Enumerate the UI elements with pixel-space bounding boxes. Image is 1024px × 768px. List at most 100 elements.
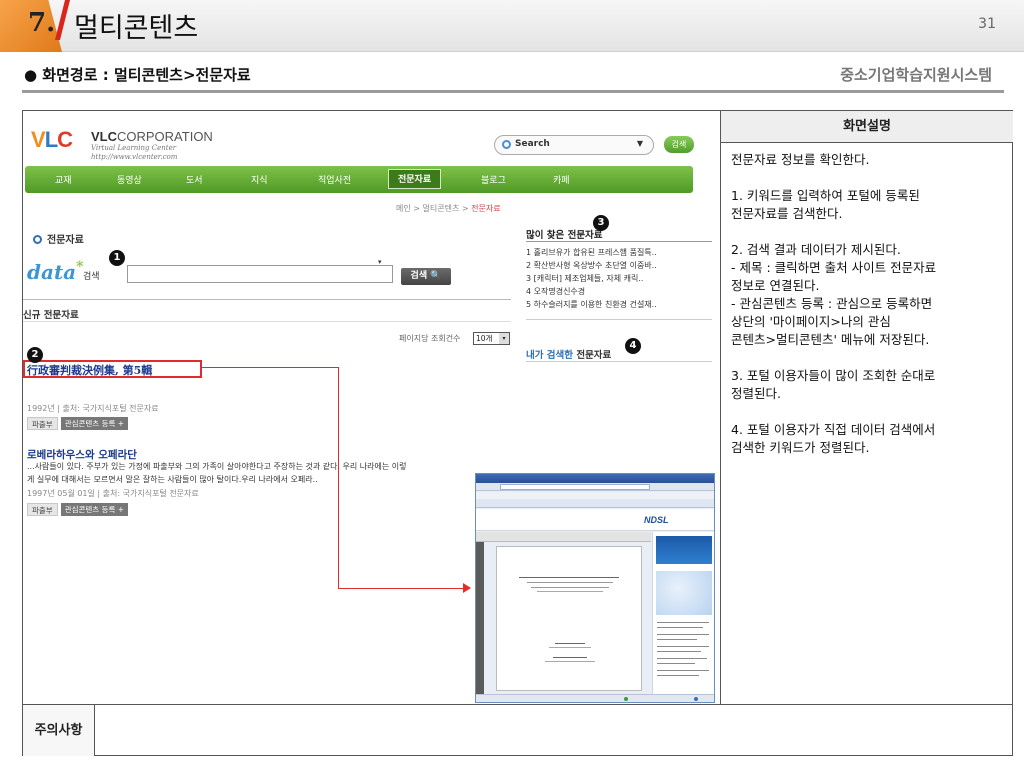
text-line [657,639,697,640]
popular-item[interactable]: 2 확산반사형 옥상방수 초단열 이중바.. [526,260,657,271]
description-paragraph: 2. 검색 결과 데이터가 제시된다. - 제목 : 클릭하면 출처 사이트 전… [731,242,937,347]
divider [23,704,1013,705]
text-line [545,661,595,662]
text-line [549,647,591,648]
slide-header: 7. 멀티콘텐츠 31 [0,0,1024,52]
add-interest-button[interactable]: 관심콘텐츠 등록 + [60,417,129,430]
data-search-button[interactable]: 검색 🔍 [401,268,451,285]
text-line [657,651,701,652]
search-icon [502,140,511,149]
browser-statusbar [476,694,714,702]
search-input[interactable]: Search ▼ [494,135,654,155]
nav-item-textbook[interactable]: 교재 [55,173,72,186]
divider [720,111,721,704]
result-tags: 파출부 관심콘텐츠 등록 + [27,417,129,436]
divider [22,90,1004,93]
result-title-link[interactable]: 로베라하우스와 오페라단 [27,447,137,462]
arrow-right-icon [463,583,471,593]
nav-item-blog[interactable]: 블로그 [481,173,506,186]
corporation-name: VLCCORPORATION [91,129,213,144]
ndsl-logo: NDSL [644,515,669,525]
section-title: 전문자료 [33,231,84,246]
nav-item-knowledge[interactable]: 지식 [251,173,268,186]
chevron-down-icon[interactable]: ▾ [378,258,382,266]
description-paragraph: 4. 포털 이용자가 직접 데이터 검색에서 검색한 키워드가 정렬된다. [731,422,936,455]
popular-item[interactable]: 5 하수슬러지를 이용한 친환경 건설재.. [526,299,657,310]
add-interest-button[interactable]: 관심콘텐츠 등록 + [60,503,129,516]
status-icon [624,697,628,701]
nav-item-job-dictionary[interactable]: 직업사전 [318,173,351,186]
callout-badge-3: 3 [593,215,609,231]
keyword-tag[interactable]: 파출부 [27,503,58,516]
browser-titlebar [476,474,714,483]
storyboard-frame: VLC VLCCORPORATION Virtual Learning Cent… [22,110,1013,756]
text-line [657,622,709,623]
divider [526,361,712,362]
connector-line [338,588,468,589]
main-nav: 교재 동영상 도서 지식 직업사전 전문자료 블로그 카페 [25,166,693,193]
browser-url-bar [500,484,650,490]
new-list-title: 신규 전문자료 [23,310,79,321]
text-line [657,670,709,671]
divider [526,319,712,320]
result-tags: 파출부 관심콘텐츠 등록 + [27,503,129,522]
ndsl-banner [656,571,712,615]
text-line [519,577,619,578]
nav-item-cafe[interactable]: 카페 [553,173,570,186]
system-name: 중소기업학습지원시스템 [840,66,992,84]
callout-badge-1: 1 [109,250,125,266]
popular-item[interactable]: 4 오작명경신수경 [526,286,585,297]
keyword-input[interactable] [127,265,393,283]
description-body: 전문자료 정보를 확인한다. 1. 키워드를 입력하여 포털에 등록된 전문자료… [731,151,1006,475]
text-line [657,634,709,635]
page-number: 31 [978,16,996,32]
text-line [531,587,609,588]
logo-tagline: Virtual Learning Center [91,144,177,152]
browser-menubar [476,492,714,499]
slide-title: 멀티콘텐츠 [74,13,199,44]
divider [23,321,511,322]
pdf-sidebar [476,542,484,694]
chevron-down-icon: ▾ [499,333,509,344]
nav-item-professional-data[interactable]: 전문자료 [388,169,442,189]
data-search-label: 검색 [83,272,100,282]
text-line [657,646,709,647]
description-paragraph: 1. 키워드를 입력하여 포털에 등록된 전문자료를 검색한다. [731,188,920,221]
vlc-logo[interactable]: VLC [31,127,73,153]
website-mockup: VLC VLCCORPORATION Virtual Learning Cent… [23,111,720,704]
slide: 7. 멀티콘텐츠 31 ● 화면경로 : 멀티콘텐츠>전문자료 중소기업학습지원… [0,0,1024,768]
logo-url: http://www.vlcenter.com [91,153,178,161]
status-icon [694,697,698,701]
result-snippet: 게 실무에 대해서는 모르면서 말은 잘하는 사람들이 많아 탈이다.우리 나라… [27,475,318,484]
callout-badge-2: 2 [27,347,43,363]
pdf-page [496,546,642,691]
description-paragraph: 3. 포털 이용자들이 많이 조회한 순대로 정렬된다. [731,368,936,401]
text-line [657,658,707,659]
popular-item[interactable]: 1 홀리브유가 합유된 프레스햄 품질특.. [526,247,657,258]
header-red-accent [55,0,70,40]
data-logo: data* [27,259,84,284]
pdf-toolbar [476,532,651,542]
circle-bullet-icon [33,235,42,244]
search-placeholder: Search [515,139,550,149]
section-number: 7. [28,8,56,38]
nav-item-books[interactable]: 도서 [186,173,203,186]
keyword-tag[interactable]: 파출부 [27,417,58,430]
nav-item-video[interactable]: 동영상 [117,173,142,186]
description-heading: 화면설명 [721,111,1013,143]
divider [23,299,511,300]
description-paragraph: 전문자료 정보를 확인한다. [731,152,870,167]
chevron-down-icon[interactable]: ▼ [637,139,643,148]
text-line [527,582,613,583]
source-site-screenshot: NDSL [475,473,715,703]
my-search-title: 내가 검색한 전문자료 [526,350,612,361]
text-line [555,643,585,644]
popular-item[interactable]: 3 [캐릭터] 제조업체들, 자체 캐릭.. [526,273,643,284]
per-page-select[interactable]: 10개 ▾ [473,332,510,345]
highlight-box [23,360,202,378]
text-line [553,657,587,658]
result-snippet: ...사람들이 있다. 주부가 있는 가정에 파출부와 그의 가족이 살아야한다… [27,462,407,471]
connector-line [202,367,338,368]
search-button[interactable]: 검색 [664,136,694,153]
result-meta: 1992년 | 출처: 국가지식포털 전문자료 [27,404,159,413]
